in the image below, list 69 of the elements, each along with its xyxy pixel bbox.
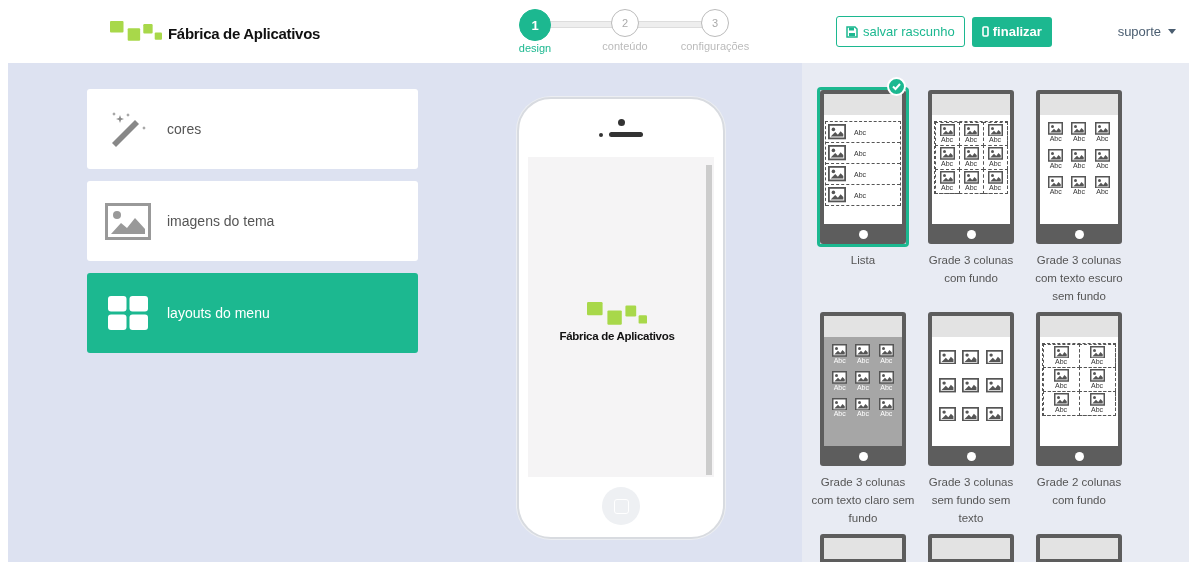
image-icon <box>828 124 846 140</box>
image-icon <box>1053 369 1069 382</box>
menu-section-item[interactable]: imagens do tema <box>87 181 418 261</box>
image-icon <box>1089 369 1105 382</box>
image-icon <box>963 123 979 137</box>
image-icon <box>878 344 894 357</box>
home-button <box>1074 229 1084 239</box>
step-number: 1 <box>519 9 551 41</box>
preview-brand-name: Fábrica de Aplicativos <box>559 330 675 342</box>
home-button <box>858 451 868 461</box>
image-icon <box>1071 175 1087 189</box>
step-number: 2 <box>611 9 639 37</box>
image-icon <box>939 147 955 160</box>
image-icon <box>1089 393 1105 406</box>
image-icon <box>828 187 846 203</box>
image-icon <box>1094 148 1110 162</box>
layout-label: Grade 3 colunas sem fundo sem texto <box>927 475 1015 526</box>
caret-icon <box>1168 29 1176 34</box>
step-label: design <box>518 42 552 54</box>
check-icon <box>887 77 906 96</box>
speaker-icon <box>609 132 643 137</box>
image-icon <box>963 147 979 160</box>
layout-label: Grade 3 colunas com fundo <box>927 253 1015 286</box>
image-icon <box>855 397 871 411</box>
image-icon <box>855 370 871 384</box>
image-icon <box>832 370 848 384</box>
image-icon <box>1071 122 1087 135</box>
step-number: 3 <box>701 9 729 37</box>
image-icon <box>1094 175 1110 189</box>
layout-label: Grade 3 colunas com texto claro sem fundo <box>811 475 915 526</box>
image-icon <box>1048 148 1064 162</box>
home-button <box>966 229 976 239</box>
logo-icon <box>110 21 162 42</box>
home-button <box>858 229 868 239</box>
image-icon <box>963 171 979 184</box>
image-icon <box>987 171 1003 184</box>
image-icon <box>1053 393 1069 406</box>
camera-icon <box>617 119 625 126</box>
logo-icon <box>587 302 647 326</box>
sensor-icon <box>599 132 603 137</box>
image-icon <box>1048 122 1064 135</box>
image-icon <box>939 171 955 184</box>
layout-label: Grade 2 colunas com fundo <box>1035 475 1123 508</box>
menu-section-item[interactable]: cores <box>87 89 418 169</box>
phone-icon <box>981 26 989 37</box>
image-icon <box>828 145 846 161</box>
image-icon <box>832 344 848 357</box>
image-icon <box>987 123 1003 137</box>
grid-icon <box>108 296 148 330</box>
image-icon <box>878 397 894 411</box>
brand-name: Fábrica de Aplicativos <box>168 24 321 42</box>
home-button <box>1074 451 1084 461</box>
image-icon <box>939 123 955 137</box>
image-icon <box>105 202 151 240</box>
image-icon <box>1048 175 1064 189</box>
user-menu[interactable]: suporte <box>1111 23 1182 40</box>
image-icon <box>832 397 848 411</box>
image-icon <box>1071 148 1087 162</box>
image-icon <box>1089 345 1105 359</box>
image-icon <box>878 370 894 384</box>
layout-label: Lista <box>849 253 877 268</box>
step-label: conteúdo <box>602 40 648 52</box>
image-icon <box>987 147 1003 160</box>
image-icon <box>828 166 846 182</box>
image-icon <box>1053 345 1069 359</box>
image-icon <box>855 344 871 357</box>
step-label: configurações <box>680 40 750 52</box>
layout-label: Grade 3 colunas com texto escuro sem fundo <box>1034 253 1124 304</box>
image-icon <box>1094 122 1110 135</box>
